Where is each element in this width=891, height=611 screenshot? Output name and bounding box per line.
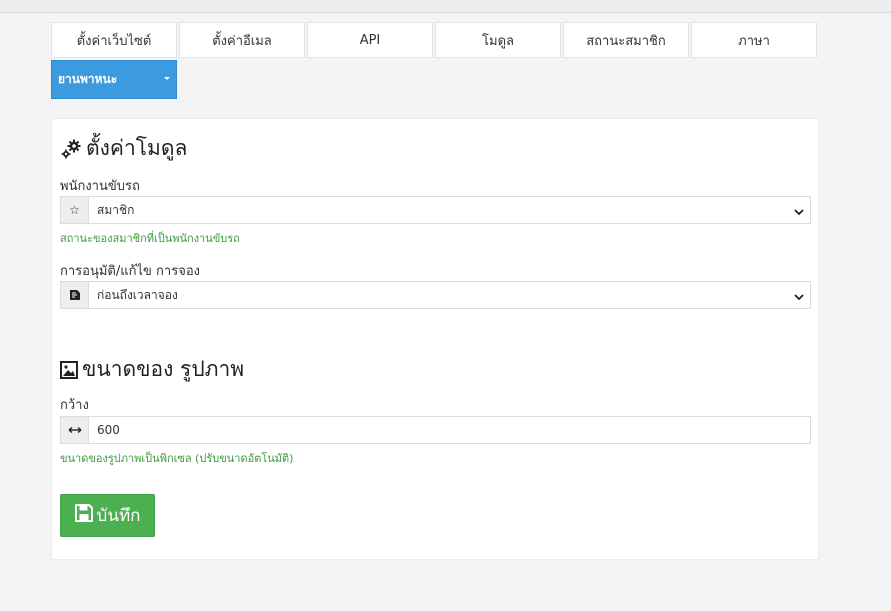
chevron-down-icon (794, 205, 804, 219)
save-button[interactable]: บันทึก (60, 494, 155, 537)
image-size-heading: ขนาดของ รูปภาพ (60, 353, 244, 386)
save-icon (74, 504, 93, 527)
booking-approval-select[interactable]: ก่อนถึงเวลาจอง (60, 281, 811, 309)
driver-label: พนักงานขับรถ (60, 179, 140, 194)
caret-down-icon (164, 77, 170, 80)
width-input[interactable]: 600 (60, 416, 811, 444)
star-icon: ☆ (61, 197, 89, 223)
width-help-text: ขนาดของรูปภาพเป็นพิกเซล (ปรับขนาดอัตโนมั… (60, 452, 294, 465)
image-size-title: ขนาดของ รูปภาพ (82, 357, 245, 381)
settings-panel: ตั้งค่าโมดูล พนักงานขับรถ ☆ สมาชิก สถานะ… (51, 118, 819, 560)
document-edit-icon (61, 282, 89, 308)
tab-website-settings[interactable]: ตั้งค่าเว็บไซต์ (51, 22, 177, 58)
tab-vehicles[interactable]: ยานพาหนะ (51, 60, 177, 99)
save-button-label: บันทึก (96, 506, 141, 526)
chevron-down-icon (794, 290, 804, 304)
driver-select-value: สมาชิก (97, 202, 135, 217)
width-input-value: 600 (97, 423, 120, 437)
horizontal-arrows-icon (61, 417, 89, 443)
booking-approval-label: การอนุมัติ/แก้ไข การจอง (60, 264, 200, 279)
tab-member-status[interactable]: สถานะสมาชิก (563, 22, 689, 58)
tab-modules[interactable]: โมดูล (435, 22, 561, 58)
image-icon (60, 360, 78, 379)
module-settings-heading: ตั้งค่าโมดูล (60, 132, 187, 165)
driver-select[interactable]: ☆ สมาชิก (60, 196, 811, 224)
width-label: กว้าง (60, 398, 89, 413)
browser-top-bar (0, 0, 891, 13)
module-settings-title: ตั้งค่าโมดูล (86, 136, 188, 160)
tab-api[interactable]: API (307, 22, 433, 58)
booking-approval-select-value: ก่อนถึงเวลาจอง (97, 287, 178, 302)
tab-language[interactable]: ภาษา (691, 22, 817, 58)
tab-email-settings[interactable]: ตั้งค่าอีเมล (179, 22, 305, 58)
gears-icon (60, 138, 82, 160)
tab-vehicles-label: ยานพาหนะ (58, 72, 118, 86)
driver-help-text: สถานะของสมาชิกที่เป็นพนักงานขับรถ (60, 232, 240, 245)
